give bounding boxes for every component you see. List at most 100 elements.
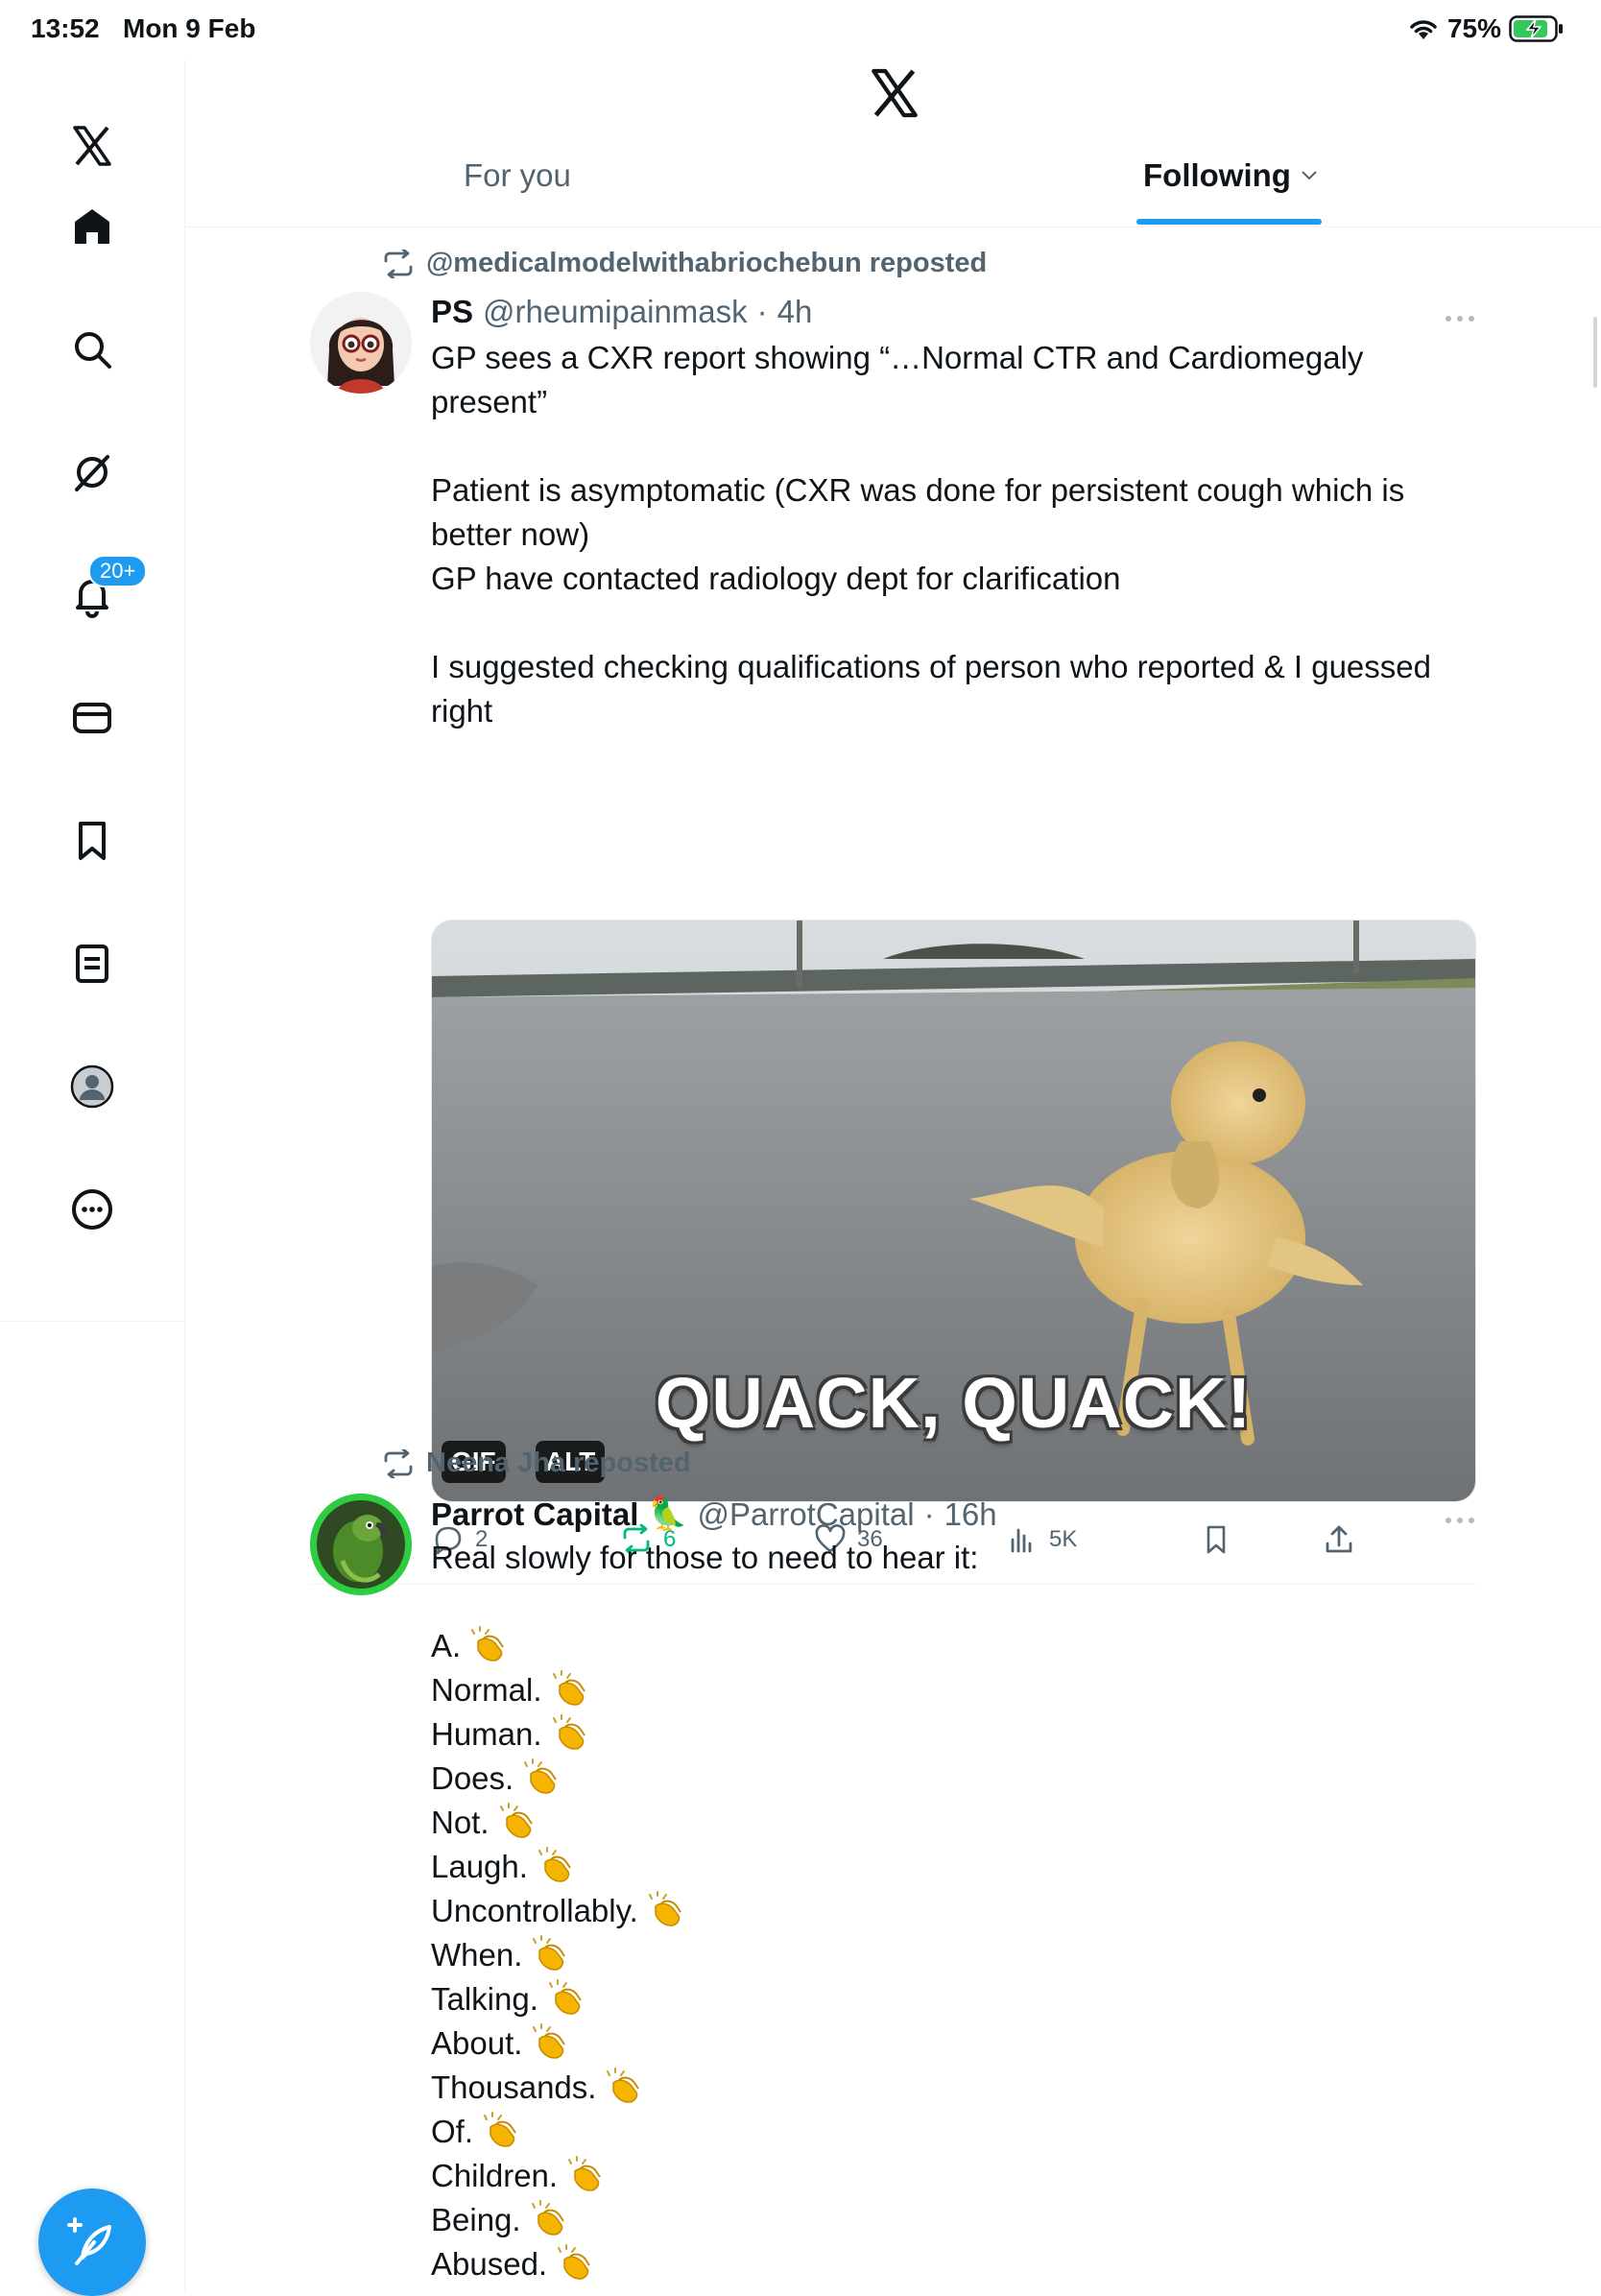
- avatar-memoji-image: [310, 292, 412, 394]
- dot-separator: ·: [923, 1495, 935, 1532]
- list-icon: [76, 945, 108, 983]
- tweet[interactable]: Neena Jha reposted Parrot Capital 🦜 @Par…: [185, 1428, 1601, 2292]
- grok-icon: [75, 455, 109, 491]
- tweet-paragraph: Patient is asymptomatic (CXR was done fo…: [431, 472, 1405, 596]
- wifi-icon: [1410, 20, 1437, 39]
- clapping-hands-icon: [648, 1891, 681, 1926]
- tab-following-label: Following: [1143, 157, 1291, 193]
- clap-line: Of.: [431, 2110, 1487, 2154]
- compose-button[interactable]: [38, 2188, 146, 2296]
- status-bar: 13:52 Mon 9 Feb 75%: [0, 0, 1601, 60]
- chevron-down-icon: [1302, 171, 1317, 180]
- author-handle[interactable]: @rheumipainmask: [483, 294, 748, 330]
- x-logo-icon: [872, 68, 918, 118]
- tweet-text: Real slowly for those to need to hear it…: [431, 1536, 1487, 2286]
- clap-line-text: About.: [431, 2025, 523, 2061]
- avatar[interactable]: [310, 292, 412, 394]
- status-indicators: 75%: [1407, 13, 1565, 44]
- author-name[interactable]: PS: [431, 294, 473, 330]
- clapping-hands-icon: [524, 1758, 558, 1794]
- clap-line-text: Does.: [431, 1760, 514, 1796]
- clap-line: A.: [431, 1624, 1487, 1668]
- repost-label[interactable]: @medicalmodelwithabriochebun reposted: [426, 248, 987, 279]
- clap-line-text: Human.: [431, 1716, 542, 1752]
- repost-indicator: Neena Jha reposted: [382, 1447, 691, 1479]
- sidebar-item-lists[interactable]: [54, 925, 131, 1002]
- clapping-hands-icon: [552, 1714, 585, 1750]
- battery-percent: 75%: [1446, 13, 1501, 43]
- dot-separator: ·: [756, 294, 768, 329]
- sidebar-item-search[interactable]: [54, 311, 131, 388]
- sidebar: 20+: [0, 60, 185, 2296]
- avatar[interactable]: [310, 1494, 412, 1595]
- more-options-icon[interactable]: [1441, 1511, 1479, 1530]
- clapping-hands-icon: [533, 2023, 566, 2059]
- clapping-hands-icon: [552, 1670, 585, 1706]
- more-options-icon[interactable]: [1441, 309, 1479, 328]
- sidebar-item-grok[interactable]: [54, 434, 131, 511]
- tweet-time[interactable]: 16h: [944, 1496, 997, 1533]
- clap-line: Abused.: [431, 2242, 1487, 2286]
- tab-for-you[interactable]: For you: [464, 157, 571, 194]
- repost-icon: [384, 249, 413, 278]
- clap-line-text: Not.: [431, 1805, 490, 1840]
- x-logo[interactable]: [54, 108, 131, 184]
- repost-label[interactable]: Neena Jha reposted: [426, 1447, 691, 1479]
- clap-line: Being.: [431, 2198, 1487, 2242]
- clapping-hands-icon: [558, 2244, 590, 2280]
- bookmark-icon: [79, 822, 106, 860]
- more-circle-icon: [72, 1189, 112, 1230]
- clapping-hands-icon: [484, 2112, 516, 2147]
- parrot-avatar-image: [310, 1494, 412, 1595]
- search-icon: [75, 332, 111, 369]
- clap-line: Not.: [431, 1801, 1487, 1845]
- clap-line-text: Talking.: [431, 1981, 538, 2017]
- clap-line: Talking.: [431, 1977, 1487, 2021]
- clapping-hands-icon: [568, 2156, 601, 2191]
- active-tab-indicator: [1136, 219, 1322, 225]
- clapping-hands-icon: [533, 1935, 566, 1971]
- tweet[interactable]: @medicalmodelwithabriochebun reposted PS…: [185, 227, 1601, 1599]
- author-name[interactable]: Parrot Capital: [431, 1496, 638, 1533]
- sidebar-item-messages[interactable]: [54, 680, 131, 756]
- mail-icon: [73, 703, 111, 733]
- clap-line: When.: [431, 1933, 1487, 1977]
- tweet-text: GP sees a CXR report showing “…Normal CT…: [431, 336, 1487, 733]
- repost-icon: [384, 1448, 413, 1478]
- clapping-hands-icon: [538, 1847, 571, 1882]
- clap-line-text: Of.: [431, 2114, 474, 2149]
- clap-line-text: Normal.: [431, 1672, 542, 1708]
- repost-indicator: @medicalmodelwithabriochebun reposted: [382, 248, 987, 279]
- tweet-author-line: PS @rheumipainmask · 4h: [431, 294, 812, 330]
- tweet-gif-media[interactable]: QUACK, QUACK! GIF ALT: [431, 920, 1476, 1502]
- sidebar-divider: [0, 1321, 184, 1322]
- sidebar-item-notifications[interactable]: 20+: [54, 555, 148, 634]
- clapping-hands-icon: [531, 2200, 564, 2236]
- timeline-header: For you Following: [185, 60, 1601, 227]
- clapping-hands-icon: [548, 1979, 582, 2015]
- sidebar-item-profile[interactable]: [54, 1048, 131, 1125]
- clap-line: Human.: [431, 1712, 1487, 1757]
- clap-line-text: Being.: [431, 2202, 521, 2237]
- clap-line: Uncontrollably.: [431, 1889, 1487, 1933]
- status-time: 13:52: [31, 13, 100, 43]
- tweet-time[interactable]: 4h: [777, 294, 813, 330]
- clap-lines: A. Normal. Human. Does. Not. Laugh. Uncontroll…: [431, 1624, 1487, 2286]
- author-handle[interactable]: @ParrotCapital: [697, 1496, 914, 1533]
- notifications-badge: 20+: [88, 555, 148, 587]
- sidebar-item-bookmarks[interactable]: [54, 802, 131, 879]
- clap-line: About.: [431, 2021, 1487, 2066]
- sidebar-item-home[interactable]: [54, 188, 131, 265]
- tweet-author-line: Parrot Capital 🦜 @ParrotCapital · 16h: [431, 1495, 997, 1533]
- clap-line-text: Abused.: [431, 2246, 548, 2282]
- clap-line-text: Thousands.: [431, 2069, 597, 2105]
- tweet-paragraph: GP sees a CXR report showing “…Normal CT…: [431, 340, 1373, 419]
- clap-line-text: Laugh.: [431, 1849, 528, 1884]
- clap-line: Normal.: [431, 1668, 1487, 1712]
- clap-line: Laugh.: [431, 1845, 1487, 1889]
- x-logo-icon: [73, 126, 111, 166]
- clap-line-text: Children.: [431, 2158, 559, 2193]
- tab-following[interactable]: Following: [1143, 157, 1318, 194]
- sidebar-item-more[interactable]: [54, 1171, 131, 1248]
- clap-line: Does.: [431, 1757, 1487, 1801]
